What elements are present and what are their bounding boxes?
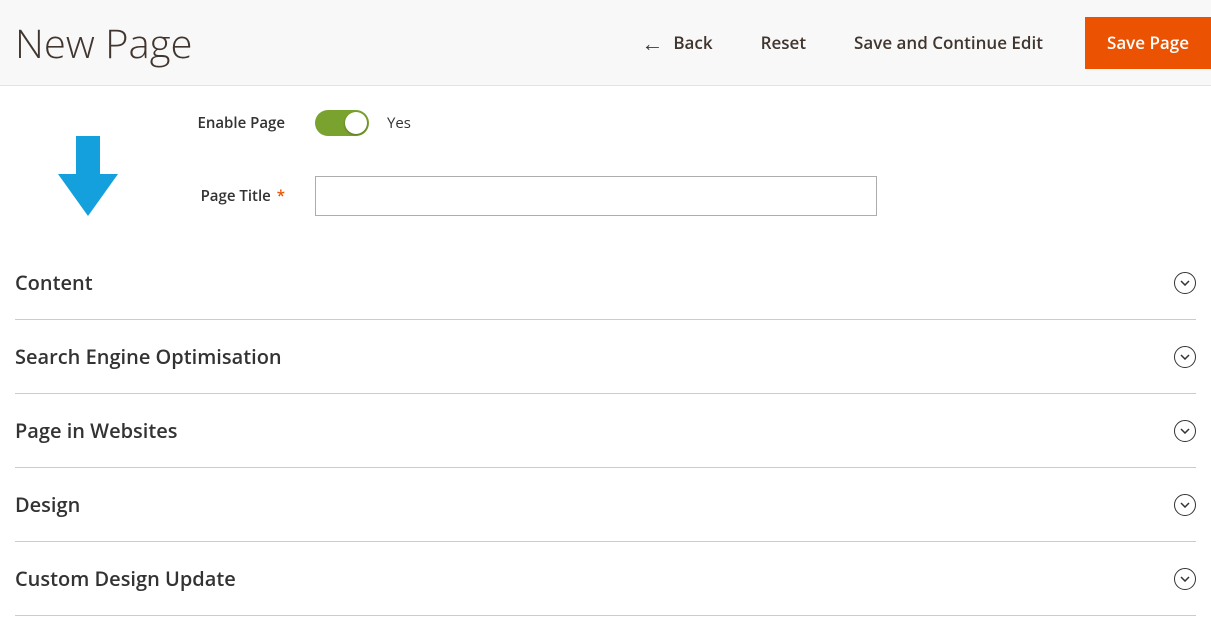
- page-title: New Page: [15, 15, 192, 70]
- chevron-down-icon: [1174, 420, 1196, 442]
- collapsible-sections: Content Search Engine Optimisation Page …: [0, 246, 1211, 636]
- chevron-down-icon: [1174, 494, 1196, 516]
- required-asterisk-icon: *: [277, 186, 285, 206]
- section-page-in-websites[interactable]: Page in Websites: [15, 394, 1196, 468]
- enable-page-label: Enable Page: [15, 113, 315, 133]
- section-label: Page in Websites: [15, 417, 178, 444]
- section-label: Content: [15, 269, 93, 296]
- save-continue-label: Save and Continue Edit: [854, 31, 1043, 54]
- section-label: Search Engine Optimisation: [15, 343, 282, 370]
- section-seo[interactable]: Search Engine Optimisation: [15, 320, 1196, 394]
- page-title-input[interactable]: [315, 176, 877, 216]
- save-button[interactable]: Save Page: [1085, 17, 1211, 69]
- reset-button[interactable]: Reset: [737, 31, 830, 54]
- page-title-label: Page Title *: [15, 186, 315, 206]
- enable-page-row: Enable Page Yes: [15, 110, 1196, 136]
- enable-page-toggle[interactable]: [315, 110, 369, 136]
- chevron-down-icon: [1174, 568, 1196, 590]
- chevron-down-icon: [1174, 272, 1196, 294]
- back-label: Back: [673, 31, 712, 54]
- header-actions: ← Back Reset Save and Continue Edit Save…: [617, 17, 1211, 69]
- section-label: Custom Design Update: [15, 565, 236, 592]
- section-design[interactable]: Design: [15, 468, 1196, 542]
- reset-label: Reset: [761, 31, 806, 54]
- page-header: New Page ← Back Reset Save and Continue …: [0, 0, 1211, 86]
- page-title-label-text: Page Title: [201, 186, 271, 206]
- enable-page-value: Yes: [387, 113, 411, 133]
- section-label: Design: [15, 491, 80, 518]
- save-label: Save Page: [1107, 31, 1189, 54]
- toggle-knob: [345, 112, 367, 134]
- arrow-left-icon: ←: [641, 32, 663, 54]
- chevron-down-icon: [1174, 346, 1196, 368]
- page-title-row: Page Title *: [15, 176, 1196, 216]
- back-button[interactable]: ← Back: [617, 31, 736, 54]
- save-continue-button[interactable]: Save and Continue Edit: [830, 31, 1067, 54]
- section-content[interactable]: Content: [15, 246, 1196, 320]
- section-custom-design-update[interactable]: Custom Design Update: [15, 542, 1196, 616]
- form-area: Enable Page Yes Page Title *: [0, 86, 1211, 216]
